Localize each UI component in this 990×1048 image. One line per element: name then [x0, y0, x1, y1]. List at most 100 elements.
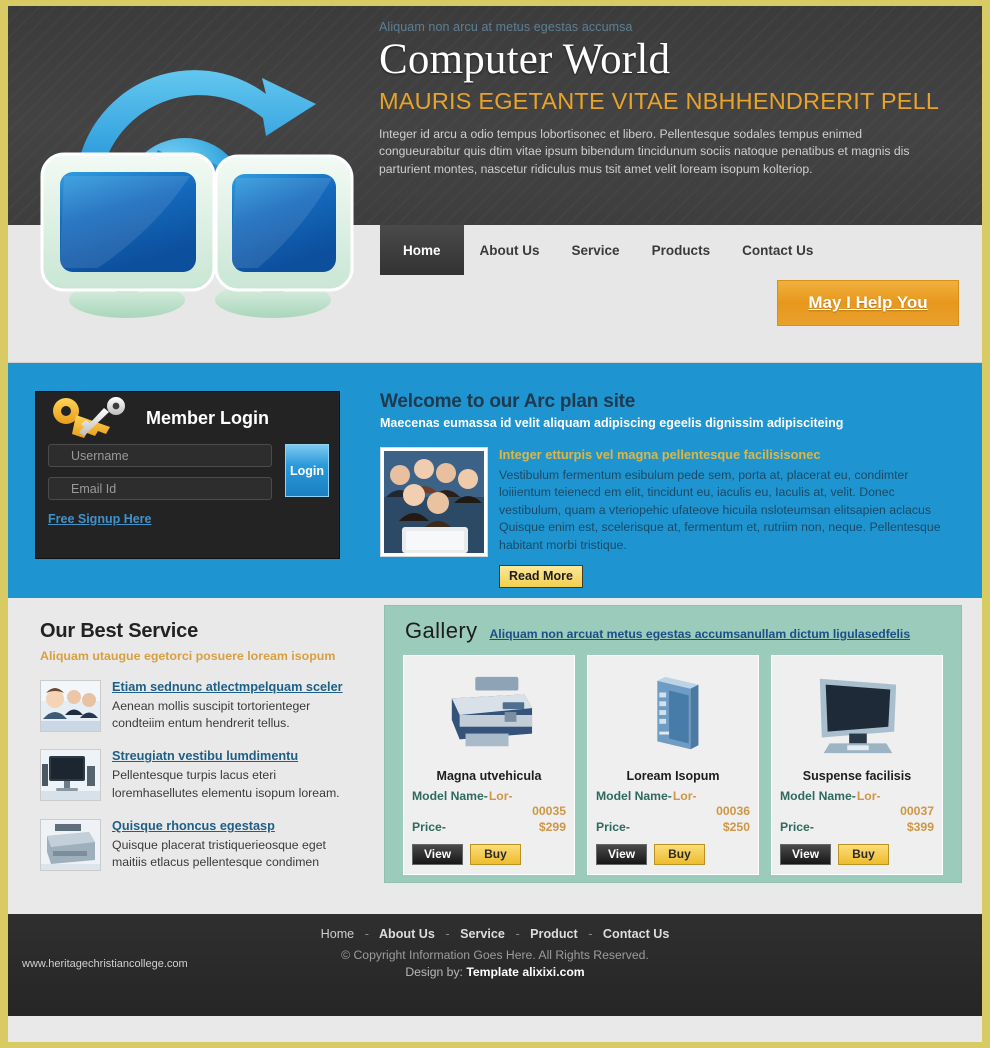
- footer-link-product[interactable]: Product: [530, 927, 578, 941]
- site-footer: Home - About Us - Service - Product - Co…: [8, 914, 982, 1016]
- service-text-3: Quisque placerat tristiquerieosque eget …: [112, 837, 326, 870]
- product-card[interactable]: Magna utvehicula Model Name- Lor- 00035 …: [403, 655, 575, 875]
- gallery-header: Gallery Aliquam non arcuat metus egestas…: [397, 618, 949, 644]
- product-price-row-1: Price- $299: [412, 820, 566, 835]
- gallery-card-list: Magna utvehicula Model Name- Lor- 00035 …: [397, 655, 949, 875]
- product-price-row-3: Price- $399: [780, 820, 934, 835]
- footer-site-url: www.heritagechristiancollege.com: [22, 958, 188, 970]
- two-monitors-globe-network-icon: [40, 70, 354, 318]
- product-card[interactable]: Suspense facilisis Model Name- Lor- 0003…: [771, 655, 943, 875]
- header-paragraph: Integer id arcu a odio tempus lobortison…: [379, 127, 910, 176]
- key-icon: [53, 397, 125, 438]
- model-label: Model Name-: [596, 789, 672, 803]
- view-button-2[interactable]: View: [596, 843, 648, 865]
- lower-content-section: Our Best Service Aliquam utaugue egetorc…: [8, 598, 982, 914]
- username-input[interactable]: [48, 444, 272, 467]
- site-brand-title: Computer World: [379, 36, 671, 83]
- printer-photo: [40, 818, 101, 871]
- login-button[interactable]: Login: [285, 444, 329, 497]
- price-label: Price-: [780, 819, 814, 834]
- nav-item-products[interactable]: Products: [636, 225, 727, 275]
- product-model-prefix-2: Lor-: [672, 789, 697, 803]
- nav-item-about-us[interactable]: About Us: [464, 225, 556, 275]
- buy-button-3[interactable]: Buy: [838, 843, 889, 865]
- view-button-1[interactable]: View: [412, 843, 464, 865]
- nav-item-service[interactable]: Service: [556, 225, 636, 275]
- inkjet-printer-icon: [412, 662, 566, 765]
- price-label: Price-: [412, 819, 446, 834]
- member-login-header: Member Login: [36, 392, 339, 444]
- welcome-body: Integer etturpis vel magna pellentesque …: [380, 447, 958, 589]
- header-text-block: Aliquam non arcu at metus egestas accums…: [379, 20, 959, 178]
- business-team-photo: [40, 680, 101, 732]
- nav-item-home[interactable]: Home: [380, 225, 464, 275]
- footer-link-about-us[interactable]: About Us: [379, 927, 435, 941]
- service-link-3[interactable]: Quisque rhoncus egestasp: [112, 819, 360, 833]
- group-of-people-photo: [380, 447, 488, 557]
- gallery-section: Gallery Aliquam non arcuat metus egestas…: [384, 605, 962, 883]
- nav-item-contact-us[interactable]: Contact Us: [726, 225, 829, 275]
- product-actions-3: View Buy: [780, 843, 934, 865]
- footer-separator: -: [515, 927, 520, 941]
- product-actions-1: View Buy: [412, 843, 566, 865]
- service-link-2[interactable]: Streugiatn vestibu lumdimentu: [112, 749, 360, 763]
- product-model-row-1: Model Name- Lor-: [412, 789, 566, 804]
- welcome-text-column: Integer etturpis vel magna pellentesque …: [499, 447, 958, 589]
- product-name-3: Suspense facilisis: [802, 769, 912, 783]
- best-service-heading: Our Best Service: [40, 620, 198, 642]
- buy-button-2[interactable]: Buy: [654, 843, 705, 865]
- service-item: Quisque rhoncus egestasp Quisque placera…: [40, 818, 360, 871]
- view-button-3[interactable]: View: [780, 843, 832, 865]
- lcd-monitor-icon: [780, 662, 934, 765]
- best-service-section: Our Best Service Aliquam utaugue egetorc…: [40, 620, 360, 871]
- page-inner: Aliquam non arcu at metus egestas accums…: [8, 6, 982, 1042]
- site-header: Aliquam non arcu at metus egestas accums…: [8, 6, 982, 318]
- product-actions-2: View Buy: [596, 843, 750, 865]
- footer-link-home[interactable]: Home: [321, 927, 355, 941]
- may-i-help-you-button[interactable]: May I Help You: [777, 280, 959, 326]
- footer-design-prefix: Design by:: [405, 965, 463, 979]
- price-label: Price-: [596, 819, 630, 834]
- member-login-box: Member Login Login Free Signup Here: [35, 391, 340, 559]
- service-item: Etiam sednunc atlectmpelquam sceler Aene…: [40, 680, 360, 732]
- member-login-fields: Login: [36, 444, 339, 500]
- service-item-text: Quisque rhoncus egestasp Quisque placera…: [112, 819, 360, 871]
- email-id-input[interactable]: [48, 477, 272, 500]
- service-item-text: Streugiatn vestibu lumdimentu Pellentesq…: [112, 749, 360, 801]
- footer-separator: -: [364, 927, 369, 941]
- product-price-2: $250: [722, 819, 750, 834]
- free-signup-link[interactable]: Free Signup Here: [48, 512, 152, 526]
- computer-tower-icon: [596, 662, 750, 765]
- welcome-section: Welcome to our Arc plan site Maecenas eu…: [380, 391, 958, 589]
- footer-link-service[interactable]: Service: [460, 927, 505, 941]
- header-tagline: Aliquam non arcu at metus egestas accums…: [379, 20, 633, 34]
- model-label: Model Name-: [412, 789, 488, 803]
- product-model-number-2: 00036: [716, 803, 750, 818]
- product-model-row-2: Model Name- Lor-: [596, 789, 750, 804]
- footer-link-contact-us[interactable]: Contact Us: [603, 927, 669, 941]
- member-login-title: Member Login: [146, 407, 270, 428]
- product-model-row-3: Model Name- Lor-: [780, 789, 934, 804]
- footer-separator: -: [588, 927, 593, 941]
- footer-design-name[interactable]: Template alixixi.com: [466, 965, 584, 979]
- welcome-subheading: Maecenas eumassa id velit aliquam adipis…: [380, 416, 844, 430]
- service-item: Streugiatn vestibu lumdimentu Pellentesq…: [40, 749, 360, 802]
- product-card[interactable]: Loream Isopum Model Name- Lor- 00036 Pri…: [587, 655, 759, 875]
- service-link-1[interactable]: Etiam sednunc atlectmpelquam sceler: [112, 680, 360, 694]
- footer-separator: -: [445, 927, 450, 941]
- read-more-button[interactable]: Read More: [499, 565, 583, 589]
- welcome-article-title: Integer etturpis vel magna pellentesque …: [499, 447, 821, 462]
- page-frame: Aliquam non arcu at metus egestas accums…: [0, 0, 990, 1048]
- gallery-title: Gallery: [405, 618, 478, 643]
- welcome-article-body: Vestibulum fermentum esibulum pede sem, …: [499, 468, 941, 552]
- gallery-link[interactable]: Aliquam non arcuat metus egestas accumsa…: [490, 627, 911, 641]
- product-price-1: $299: [538, 819, 566, 834]
- product-name-2: Loream Isopum: [626, 769, 720, 783]
- product-price-3: $399: [906, 819, 934, 834]
- product-model-number-3: 00037: [900, 803, 934, 818]
- desktop-computer-photo: [40, 749, 101, 802]
- model-label: Model Name-: [780, 789, 856, 803]
- service-item-text: Etiam sednunc atlectmpelquam sceler Aene…: [112, 680, 360, 732]
- footer-navigation: Home - About Us - Service - Product - Co…: [8, 927, 982, 941]
- buy-button-1[interactable]: Buy: [470, 843, 521, 865]
